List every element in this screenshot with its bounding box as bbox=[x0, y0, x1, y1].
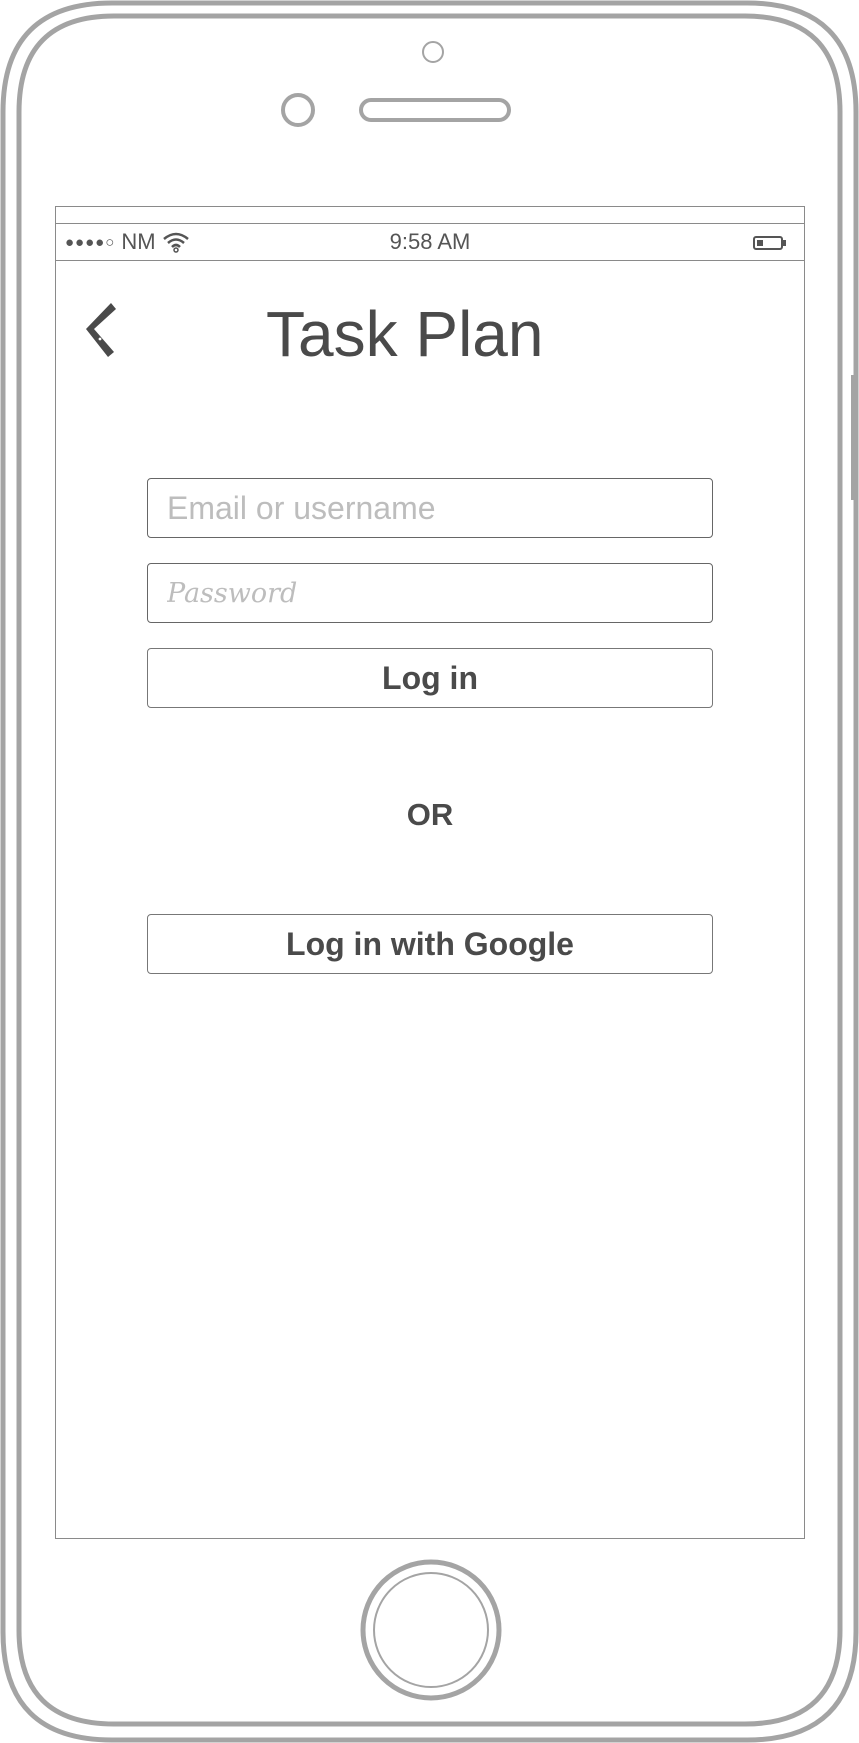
email-field-container bbox=[147, 478, 713, 538]
device-screen: ●●●●○ NM 9:58 AM Task Plan Email or user… bbox=[55, 206, 805, 1539]
email-field[interactable] bbox=[148, 479, 712, 537]
chevron-left-icon bbox=[86, 303, 116, 357]
password-field-container bbox=[147, 563, 713, 623]
google-login-button[interactable]: Log in with Google bbox=[147, 914, 713, 974]
login-button[interactable]: Log in bbox=[147, 648, 713, 708]
battery-icon bbox=[753, 235, 787, 256]
password-field[interactable] bbox=[148, 564, 712, 622]
back-button[interactable] bbox=[78, 299, 124, 367]
status-bar: ●●●●○ NM 9:58 AM bbox=[56, 223, 804, 261]
or-divider: OR bbox=[406, 797, 454, 832]
status-time: 9:58 AM bbox=[389, 229, 471, 254]
page-title: Task Plan bbox=[266, 298, 544, 370]
